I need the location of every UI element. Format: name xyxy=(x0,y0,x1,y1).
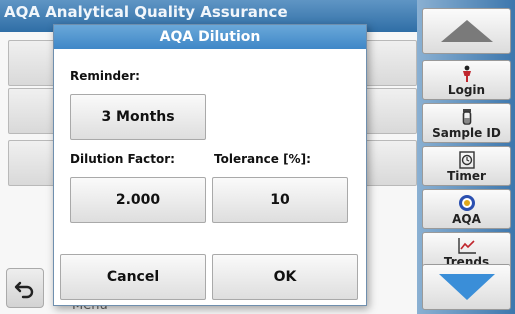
aqa-icon xyxy=(458,195,475,211)
reminder-select-button[interactable]: 3 Months xyxy=(70,94,206,140)
right-toolbar: Login Sample ID Timer AQA Trends xyxy=(417,0,515,314)
tolerance-input[interactable]: 10 xyxy=(212,177,348,223)
dilution-factor-label: Dilution Factor: xyxy=(70,152,175,166)
timer-icon xyxy=(458,151,475,169)
back-button[interactable] xyxy=(6,268,44,308)
reminder-value: 3 Months xyxy=(101,109,175,125)
tolerance-label: Tolerance [%]: xyxy=(214,152,311,166)
dilution-factor-input[interactable]: 2.000 xyxy=(70,177,206,223)
triangle-down-icon xyxy=(438,274,495,300)
aqa-button[interactable]: AQA xyxy=(422,189,511,229)
aqa-dilution-dialog: AQA Dilution Reminder: 3 Months Dilution… xyxy=(53,24,367,306)
sample-id-label: Sample ID xyxy=(432,126,501,140)
ok-label: OK xyxy=(273,269,297,285)
scroll-up-button[interactable] xyxy=(422,8,511,54)
person-icon xyxy=(462,65,471,82)
login-button[interactable]: Login xyxy=(422,60,511,100)
vial-icon xyxy=(462,109,471,125)
triangle-up-icon xyxy=(440,20,493,42)
aqa-label: AQA xyxy=(452,212,481,226)
sample-id-button[interactable]: Sample ID xyxy=(422,103,511,143)
timer-button[interactable]: Timer xyxy=(422,146,511,186)
scroll-down-button[interactable] xyxy=(422,264,511,310)
app-title: AQA Analytical Quality Assurance xyxy=(4,3,288,21)
dialog-title: AQA Dilution xyxy=(54,25,366,49)
cancel-label: Cancel xyxy=(106,269,160,285)
cancel-button[interactable]: Cancel xyxy=(60,254,206,300)
tolerance-value: 10 xyxy=(270,192,290,208)
login-label: Login xyxy=(447,83,486,97)
reminder-label: Reminder: xyxy=(70,69,140,83)
trend-chart-icon xyxy=(457,238,476,254)
undo-arrow-icon xyxy=(14,281,34,299)
ok-button[interactable]: OK xyxy=(212,254,358,300)
dilution-factor-value: 2.000 xyxy=(115,192,161,208)
timer-label: Timer xyxy=(447,169,486,183)
